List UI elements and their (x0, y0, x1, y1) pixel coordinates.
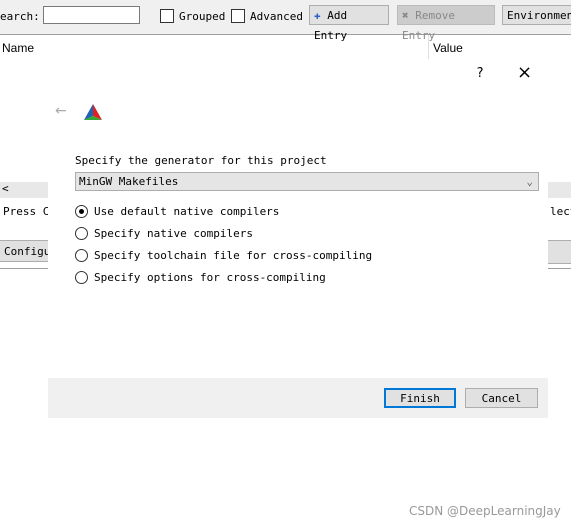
grouped-label: Grouped (179, 9, 226, 23)
toolbar: earch: Grouped Advanced ✚ Add Entry ✖ Re… (0, 0, 571, 42)
chevron-down-icon: ⌄ (526, 175, 533, 188)
advanced-checkbox[interactable]: Advanced (231, 9, 303, 23)
cmake-logo-icon (84, 104, 102, 120)
radio-default-compilers[interactable]: Use default native compilers (75, 205, 279, 218)
radio-toolchain-file[interactable]: Specify toolchain file for cross-compili… (75, 249, 372, 262)
environment-button[interactable]: Environment (502, 5, 571, 25)
search-label: earch: (0, 10, 40, 23)
remove-icon: ✖ (402, 9, 409, 22)
add-entry-button[interactable]: ✚ Add Entry (309, 5, 389, 42)
generator-select[interactable]: MinGW Makefiles ⌄ (75, 172, 539, 191)
finish-button[interactable]: Finish (384, 388, 456, 408)
column-value[interactable]: Value (433, 41, 463, 55)
close-button[interactable]: × (517, 62, 532, 83)
scroll-left-icon: < (2, 182, 9, 195)
radio-cross-options[interactable]: Specify options for cross-compiling (75, 271, 326, 284)
help-button[interactable]: ? (476, 66, 484, 81)
grouped-checkbox[interactable]: Grouped (160, 9, 225, 23)
advanced-label: Advanced (250, 9, 303, 23)
search-input[interactable] (43, 6, 140, 24)
plus-icon: ✚ (314, 9, 321, 22)
cancel-button[interactable]: Cancel (465, 388, 538, 408)
back-button[interactable]: ← (55, 103, 67, 119)
configure-button[interactable]: Configu (0, 240, 50, 262)
generator-value: MinGW Makefiles (79, 175, 179, 188)
generator-prompt: Specify the generator for this project (75, 154, 327, 167)
watermark: CSDN @DeepLearningJay (409, 504, 561, 518)
radio-native-compilers[interactable]: Specify native compilers (75, 227, 253, 240)
column-name[interactable]: Name (2, 41, 34, 55)
horizontal-scrollbar[interactable]: < (0, 182, 48, 198)
status-text-right: lect (550, 205, 571, 218)
remove-entry-button[interactable]: ✖ Remove Entry (397, 5, 495, 42)
